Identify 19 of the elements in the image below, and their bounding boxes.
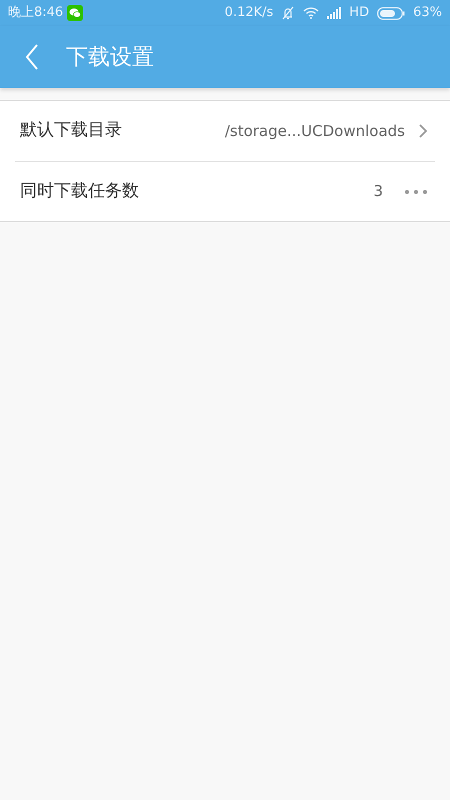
- battery-percent-text: 63%: [413, 4, 442, 22]
- clock-text: 晚上8:46: [8, 4, 64, 22]
- wifi-icon: [303, 7, 320, 19]
- chevron-right-icon: [419, 124, 427, 138]
- setting-row[interactable]: 默认下载目录 /storage...UCDownloads: [15, 101, 435, 161]
- network-speed-text: 0.12K/s: [224, 4, 274, 22]
- setting-label: 默认下载目录: [20, 119, 122, 142]
- setting-value: 3: [373, 181, 383, 202]
- battery-icon: [377, 6, 406, 20]
- back-button[interactable]: [24, 43, 40, 71]
- setting-value: /storage...UCDownloads: [224, 120, 405, 142]
- network-type-text: HD: [349, 4, 370, 22]
- setting-row[interactable]: 同时下载任务数 3: [15, 161, 435, 221]
- chat-app-icon: [67, 5, 84, 21]
- more-dots-icon: [405, 190, 427, 194]
- page-title: 下载设置: [66, 44, 154, 72]
- muted-bell-icon: [281, 6, 296, 20]
- setting-label: 同时下载任务数: [20, 180, 139, 203]
- signal-icon: [327, 7, 342, 19]
